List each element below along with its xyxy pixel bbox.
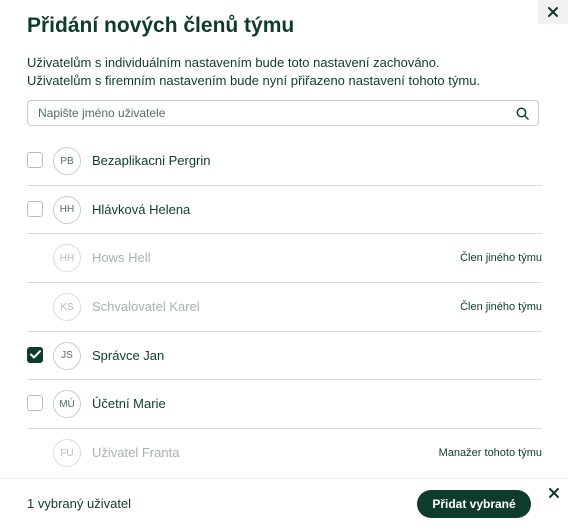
avatar: FU <box>53 439 81 468</box>
dialog-description: Uživatelům s individuálním nastavením bu… <box>27 54 480 90</box>
user-row[interactable]: JS Správce Jan <box>27 332 542 381</box>
search-input[interactable] <box>28 105 500 121</box>
dialog-footer: 1 vybraný uživatel Přidat vybrané <box>0 478 568 527</box>
user-name: Uživatel Franta <box>92 445 180 461</box>
user-row[interactable]: PB Bezaplikacni Pergrin <box>27 137 542 186</box>
user-name: Hlávková Helena <box>92 201 191 217</box>
user-name: Správce Jan <box>92 347 165 363</box>
user-checkbox[interactable] <box>27 152 43 168</box>
search-icon[interactable] <box>516 107 529 120</box>
user-row[interactable]: HH Hlávková Helena <box>27 186 542 235</box>
user-name: Hows Hell <box>92 250 151 266</box>
user-name: Bezaplikacni Pergrin <box>92 153 211 168</box>
close-icon <box>548 7 558 17</box>
avatar: KS <box>53 293 81 322</box>
avatar: PB <box>53 147 81 175</box>
user-checkbox[interactable] <box>27 395 43 412</box>
user-name: Účetní Marie <box>92 396 166 412</box>
user-list: PB Bezaplikacni Pergrin HH Hlávková Helena H… <box>27 137 542 478</box>
user-name: Schvalovatel Karel <box>92 299 200 315</box>
dialog-title: Přidání nových členů týmu <box>27 14 295 37</box>
avatar: HH <box>53 244 81 273</box>
close-icon <box>549 488 559 498</box>
search-box <box>27 100 539 126</box>
close-footer-button[interactable] <box>548 487 562 501</box>
check-icon <box>29 350 41 359</box>
description-line-1: Uživatelům s individuálním nastavením bu… <box>27 55 440 70</box>
user-status-note: Manažer tohoto týmu <box>438 447 542 460</box>
user-row: HH Hows Hell Člen jiného týmu <box>27 234 542 284</box>
user-row: FU Uživatel Franta Manažer tohoto týmu <box>27 429 542 478</box>
user-status-note: Člen jiného týmu <box>460 252 542 265</box>
selected-count: 1 vybraný uživatel <box>27 496 132 511</box>
close-dialog-button[interactable] <box>538 0 568 24</box>
avatar: MÚ <box>53 390 81 419</box>
user-row: KS Schvalovatel Karel Člen jiného týmu <box>27 283 542 332</box>
add-selected-button[interactable]: Přidat vybrané <box>417 490 531 518</box>
user-status-note: Člen jiného týmu <box>460 301 542 314</box>
description-line-2: Uživatelům s firemním nastavením bude ny… <box>27 73 481 88</box>
avatar: HH <box>53 195 81 224</box>
user-row[interactable]: MÚ Účetní Marie <box>27 380 542 430</box>
avatar: JS <box>53 341 81 370</box>
user-checkbox[interactable] <box>27 200 43 217</box>
user-checkbox[interactable] <box>27 346 43 363</box>
